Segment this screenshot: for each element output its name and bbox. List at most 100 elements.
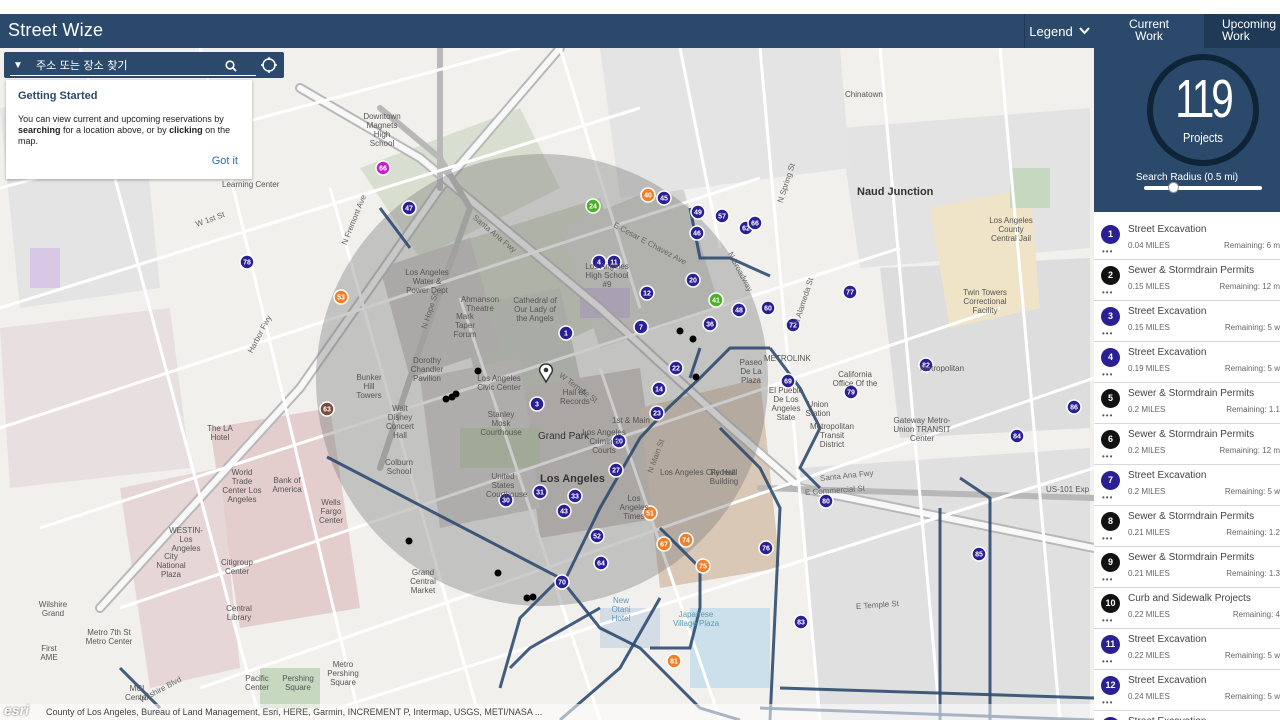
project-marker[interactable]: 83 [793,614,809,630]
project-marker[interactable]: 85 [971,546,987,562]
project-list-item[interactable]: 6 ••• Sewer & Stormdrain Permits 0.2 MILES R… [1094,424,1280,465]
project-type: Sewer & Stormdrain Permits [1128,429,1255,440]
project-list-item[interactable]: 2 ••• Sewer & Stormdrain Permits 0.15 MILES… [1094,260,1280,301]
more-options-icon[interactable]: ••• [1102,698,1113,707]
project-marker[interactable]: 41 [708,292,724,308]
project-marker[interactable]: 49 [690,204,706,220]
project-marker[interactable]: 23 [649,405,665,421]
more-options-icon[interactable]: ••• [1102,616,1113,625]
project-marker[interactable]: 14 [651,381,667,397]
got-it-button[interactable]: Got it [212,155,238,167]
project-marker[interactable]: 24 [585,198,601,214]
project-marker[interactable]: 36 [702,316,718,332]
project-marker[interactable]: 75 [695,558,711,574]
getting-started-popup: Getting Started You can view current and… [6,80,252,179]
project-type: Curb and Sidewalk Projects [1128,593,1251,604]
project-marker-number: 12 [643,291,651,298]
project-number-badge: 2 [1101,266,1120,285]
map-label-first-ame: First AME [40,644,58,662]
project-marker[interactable]: 31 [532,484,548,500]
project-marker[interactable]: 40 [640,187,656,203]
project-marker[interactable]: 86 [1066,399,1082,415]
more-options-icon[interactable]: ••• [1102,247,1113,256]
project-list-item[interactable]: 12 ••• Street Excavation 0.24 MILES Remainin… [1094,670,1280,711]
legend-button[interactable]: Legend [1024,14,1094,48]
search-input[interactable] [26,59,222,72]
project-marker[interactable]: 70 [554,574,570,590]
project-marker[interactable]: 78 [239,254,255,270]
project-list-item[interactable]: 13•••Street Excavation [1094,711,1280,720]
tab-current-work[interactable]: Current Work [1094,14,1204,48]
more-options-icon[interactable]: ••• [1102,370,1113,379]
search-icon[interactable] [222,57,240,75]
project-marker[interactable]: 81 [666,653,682,669]
project-marker[interactable]: 43 [556,503,572,519]
project-remaining: Remaining: 1.3 [1226,569,1280,578]
project-marker[interactable]: 48 [731,302,747,318]
map-label-metro-center: Metropolitan Transit District [809,422,855,449]
project-marker[interactable]: 7 [633,319,649,335]
project-marker[interactable]: 46 [689,225,705,241]
more-options-icon[interactable]: ••• [1102,411,1113,420]
project-number-badge: 5 [1101,389,1120,408]
project-marker[interactable]: 47 [401,200,417,216]
project-marker[interactable]: 76 [758,540,774,556]
project-marker[interactable]: 60 [760,300,776,316]
more-options-icon[interactable]: ••• [1102,452,1113,461]
project-marker[interactable]: 64 [593,555,609,571]
project-marker[interactable]: 20 [685,272,701,288]
locate-icon[interactable] [260,56,278,74]
project-list-item[interactable]: 9 ••• Sewer & Stormdrain Permits 0.21 MILES… [1094,547,1280,588]
project-marker-number: 40 [644,193,652,200]
project-marker[interactable]: 27 [608,462,624,478]
project-remaining: Remaining: 12 m [1219,282,1280,291]
more-options-icon[interactable]: ••• [1102,329,1113,338]
project-marker[interactable]: 66 [375,160,391,176]
project-marker-number: 27 [612,468,620,475]
project-marker-number: 23 [653,411,661,418]
project-marker[interactable]: 3 [529,396,545,412]
search-radius-slider-handle[interactable] [1167,182,1179,193]
project-remaining: Remaining: 4 [1232,610,1280,619]
project-distance: 0.2 MILES [1128,487,1166,496]
more-options-icon[interactable]: ••• [1102,493,1113,502]
project-list-item[interactable]: 4 ••• Street Excavation 0.19 MILES Remaining… [1094,342,1280,383]
project-marker[interactable]: 1 [558,325,574,341]
project-marker[interactable]: 74 [678,532,694,548]
tab-upcoming-work[interactable]: Upcoming Work [1204,14,1280,48]
project-marker[interactable]: 22 [668,360,684,376]
project-list-item[interactable]: 11 ••• Street Excavation 0.22 MILES Remainin… [1094,629,1280,670]
project-marker[interactable]: 66 [747,215,763,231]
project-list-item[interactable]: 3 ••• Street Excavation 0.15 MILES Remaining… [1094,301,1280,342]
project-marker[interactable]: 84 [1009,428,1025,444]
project-marker[interactable]: 52 [589,528,605,544]
map-label-naud-junction: Naud Junction [857,186,934,198]
project-marker[interactable]: 77 [842,284,858,300]
project-marker[interactable]: 45 [656,190,672,206]
project-marker[interactable]: 80 [818,493,834,509]
project-count-label: Projects [1183,130,1223,145]
more-options-icon[interactable]: ••• [1102,657,1113,666]
project-marker[interactable]: 12 [639,285,655,301]
map-label-la-times: Los Angeles Times [619,494,649,521]
project-list-item[interactable]: 5 ••• Sewer & Stormdrain Permits 0.2 MILES R… [1094,383,1280,424]
project-list-item[interactable]: 8 ••• Sewer & Stormdrain Permits 0.21 MILES… [1094,506,1280,547]
more-options-icon[interactable]: ••• [1102,534,1113,543]
project-marker[interactable]: 63 [319,401,335,417]
map-view[interactable]: 1 3 4 7 11 12 14 20 20 22 23 24 27 30 31 33 36 41 43 45 46 47… [0,48,1094,720]
search-source-dropdown-icon[interactable]: ▼ [10,58,26,74]
project-type: Street Excavation [1128,634,1207,645]
more-options-icon[interactable]: ••• [1102,288,1113,297]
project-list-item[interactable]: 10 ••• Curb and Sidewalk Projects 0.22 MILE… [1094,588,1280,629]
project-marker[interactable]: 53 [333,289,349,305]
project-marker[interactable]: 67 [656,536,672,552]
project-marker[interactable]: 33 [567,488,583,504]
search-radius-slider-track[interactable] [1144,186,1262,190]
project-list-item[interactable]: 1 ••• Street Excavation 0.04 MILES Remaining… [1094,219,1280,260]
project-marker[interactable]: 57 [714,208,730,224]
top-strip [0,0,1280,14]
more-options-icon[interactable]: ••• [1102,575,1113,584]
project-list-item[interactable]: 7 ••• Street Excavation 0.2 MILES Remaining:… [1094,465,1280,506]
map-label-ca-office: California Office Of the [832,370,878,388]
project-marker-number: 46 [693,231,701,238]
